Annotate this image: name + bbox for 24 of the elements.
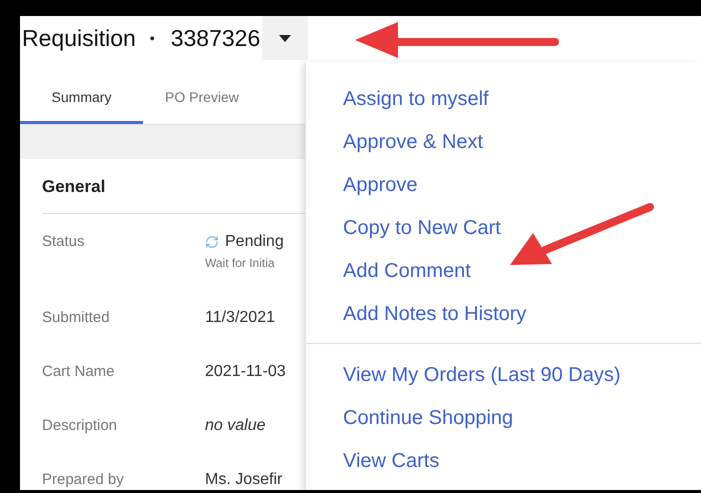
field-value: 2021-11-03	[205, 363, 286, 381]
dropdown-button[interactable]	[262, 16, 308, 60]
title-separator: •	[150, 30, 155, 46]
menu-item[interactable]: View Carts	[306, 440, 440, 483]
menu-item[interactable]: Add Comment	[306, 250, 471, 293]
menu-item[interactable]: Add Notes to History	[306, 293, 526, 336]
field-label: Submitted	[42, 309, 111, 326]
status-value: Pending	[225, 233, 284, 251]
menu-item[interactable]: Continue Shopping	[306, 397, 514, 440]
caret-icon	[279, 34, 292, 42]
field-value: 11/3/2021	[205, 309, 275, 327]
field-value: no value	[205, 417, 266, 435]
page-title: Requisition	[22, 24, 136, 52]
refresh-icon	[205, 235, 219, 249]
field-label: Description	[42, 417, 118, 434]
field-label: Prepared by	[42, 471, 125, 488]
field-label: Cart Name	[42, 363, 116, 380]
menu-item[interactable]: View My Orders (Last 90 Days)	[306, 354, 620, 397]
status-note: Wait for Initia	[205, 256, 276, 270]
tab[interactable]: PO Preview	[143, 75, 261, 124]
field-value: Ms. Josefir	[205, 471, 282, 489]
menu-item[interactable]: Assign to myself	[306, 78, 489, 121]
requisition-number: 3387326	[170, 24, 260, 52]
field-label: Status	[42, 233, 86, 250]
